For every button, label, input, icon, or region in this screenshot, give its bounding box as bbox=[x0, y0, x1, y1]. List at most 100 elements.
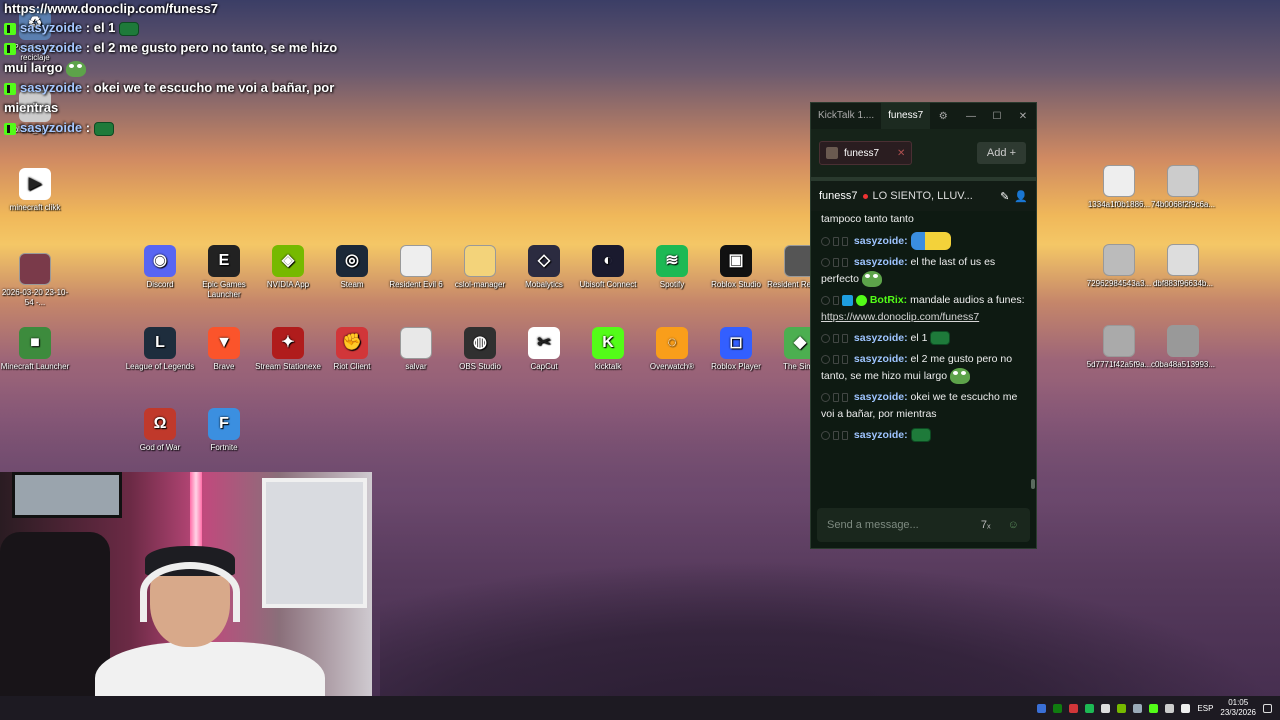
user-icon[interactable]: 👤 bbox=[1014, 190, 1028, 203]
riot-icon[interactable] bbox=[1069, 703, 1079, 713]
desktop-icon-label: CapCut bbox=[530, 362, 558, 371]
emote-picker-icon[interactable]: ☺ bbox=[1003, 514, 1025, 536]
message-input[interactable] bbox=[827, 519, 969, 531]
channel-tab[interactable]: funess7 ✕ bbox=[819, 141, 913, 165]
chat-username[interactable]: sasyzoide: bbox=[854, 353, 908, 365]
clock[interactable]: 01:05 23/3/2026 bbox=[1220, 698, 1256, 718]
mod-action-icon[interactable] bbox=[821, 333, 830, 343]
timeout-icon[interactable] bbox=[842, 354, 848, 364]
tab-funess7[interactable]: funess7 bbox=[881, 103, 931, 129]
maximize-button[interactable]: ☐ bbox=[984, 111, 1010, 122]
mod-action-icon[interactable] bbox=[821, 354, 830, 364]
delete-icon[interactable] bbox=[833, 333, 839, 343]
tab-kicktalk[interactable]: KickTalk 1.... bbox=[811, 103, 881, 129]
kicktalk-titlebar[interactable]: KickTalk 1.... funess7 ⚙ — ☐ ✕ bbox=[811, 103, 1036, 129]
desktop-icon[interactable]: ◐ Ubisoft Connect bbox=[573, 245, 643, 290]
xbox-icon[interactable] bbox=[1053, 703, 1063, 713]
verified-badge-icon bbox=[855, 294, 867, 306]
chat-scrollbar[interactable] bbox=[1031, 479, 1035, 489]
chat-username[interactable]: sasyzoide: bbox=[854, 256, 908, 268]
app-icon: ◈ bbox=[272, 245, 304, 277]
desktop-icon[interactable]: ▣ Roblox Studio bbox=[701, 245, 771, 290]
desktop-icon[interactable]: Resident Evil 6 bbox=[381, 245, 451, 290]
desktop-icon[interactable]: F Fortnite bbox=[189, 408, 259, 453]
chat-username[interactable]: sasyzoide: bbox=[854, 235, 908, 247]
desktop-icon[interactable]: ▼ Brave bbox=[189, 327, 259, 372]
desktop-icon[interactable]: ◍ OBS Studio bbox=[445, 327, 515, 372]
delete-icon[interactable] bbox=[833, 257, 839, 267]
delete-icon[interactable] bbox=[833, 430, 839, 440]
desktop-icon[interactable]: ◌ Overwatch® bbox=[637, 327, 707, 372]
delete-icon[interactable] bbox=[833, 295, 839, 305]
desktop-icon[interactable]: ◇ Mobalytics bbox=[509, 245, 579, 290]
timeout-icon[interactable] bbox=[842, 236, 848, 246]
mod-action-icon[interactable] bbox=[821, 430, 830, 440]
desktop-icon[interactable]: ◎ Steam bbox=[317, 245, 387, 290]
settings-gear-icon[interactable]: ⚙ bbox=[930, 111, 956, 122]
kick-icon[interactable] bbox=[1149, 703, 1159, 713]
desktop-icon[interactable]: ✊ Riot Client bbox=[317, 327, 387, 372]
delete-icon[interactable] bbox=[833, 236, 839, 246]
desktop-icon[interactable]: ✦ Stream Stationexe bbox=[253, 327, 323, 372]
network-icon[interactable] bbox=[1165, 703, 1175, 713]
microphone-icon[interactable] bbox=[1101, 703, 1111, 713]
nvidia-icon[interactable] bbox=[1117, 703, 1127, 713]
close-button[interactable]: ✕ bbox=[1010, 111, 1036, 122]
timeout-icon[interactable] bbox=[842, 257, 848, 267]
minimize-button[interactable]: — bbox=[958, 111, 984, 122]
volume-icon[interactable] bbox=[1181, 703, 1191, 713]
desktop-icon[interactable]: c0ba48a513993... bbox=[1148, 325, 1218, 370]
steam-icon[interactable] bbox=[1133, 703, 1143, 713]
language-indicator[interactable]: ESP bbox=[1197, 704, 1213, 713]
desktop-icon[interactable]: ✂ CapCut bbox=[509, 327, 579, 372]
chat-username[interactable]: sasyzoide: bbox=[854, 332, 908, 344]
timeout-icon[interactable] bbox=[842, 392, 848, 402]
desktop-icon[interactable]: 5d7771f42a5f9a... bbox=[1084, 325, 1154, 370]
chat-messages[interactable]: tampoco tanto tanto sasyzoide: sasyzoide… bbox=[811, 211, 1036, 511]
desktop-icon-label: Steam bbox=[340, 280, 364, 289]
desktop-icon[interactable]: ◉ Discord bbox=[125, 245, 195, 290]
close-channel-icon[interactable]: ✕ bbox=[897, 148, 905, 159]
add-channel-button[interactable]: Add + bbox=[976, 142, 1026, 164]
desktop-icon[interactable]: 2026-03-20 23-10-54 -... bbox=[0, 253, 70, 308]
delete-icon[interactable] bbox=[833, 354, 839, 364]
desktop-icon[interactable]: cslol-manager bbox=[445, 245, 515, 290]
mod-action-icon[interactable] bbox=[821, 236, 830, 246]
spotify-icon[interactable] bbox=[1085, 703, 1095, 713]
desktop-icon[interactable]: dbf883f96634b... bbox=[1148, 244, 1218, 289]
timeout-icon[interactable] bbox=[842, 430, 848, 440]
desktop-icon[interactable]: Ω God of War bbox=[125, 408, 195, 453]
desktop-icon[interactable]: 1334a1f0b1886... bbox=[1084, 165, 1154, 210]
desktop-icon[interactable]: ◻ Roblox Player bbox=[701, 327, 771, 372]
desktop-icon[interactable]: ◈ NVIDIA App bbox=[253, 245, 323, 290]
app-icon: ◎ bbox=[336, 245, 368, 277]
mod-action-icon[interactable] bbox=[821, 257, 830, 267]
pin-icon[interactable]: ✎ bbox=[1000, 190, 1009, 203]
desktop-icon-label: dbf883f96634b... bbox=[1152, 279, 1214, 288]
chat-username[interactable]: BotRix: bbox=[870, 294, 907, 306]
message-input-box: 7ₓ ☺ bbox=[817, 508, 1030, 542]
desktop-icon[interactable]: salvar bbox=[381, 327, 451, 372]
desktop-icon[interactable]: ▶ minecraft clikk bbox=[0, 168, 70, 213]
chat-link[interactable]: https://www.donoclip.com/funess7 bbox=[821, 311, 979, 323]
desktop-icon[interactable]: L League of Legends bbox=[125, 327, 195, 372]
translate-icon[interactable]: 7ₓ bbox=[975, 514, 997, 536]
pinned-title[interactable]: LO SIENTO, LLUV... bbox=[873, 190, 996, 202]
desktop-icon[interactable]: ≋ Spotify bbox=[637, 245, 707, 290]
desktop-icon[interactable]: ■ Minecraft Launcher bbox=[0, 327, 70, 372]
desktop-icon[interactable]: E Epic Games Launcher bbox=[189, 245, 259, 300]
chat-username[interactable]: sasyzoide: bbox=[854, 391, 908, 403]
notifications-icon[interactable] bbox=[1263, 703, 1272, 713]
timeout-icon[interactable] bbox=[842, 333, 848, 343]
mod-action-icon[interactable] bbox=[821, 295, 830, 305]
bluetooth-icon[interactable] bbox=[1037, 703, 1047, 713]
desktop-icon[interactable]: 72962984543a3... bbox=[1084, 244, 1154, 289]
desktop-icon[interactable]: 74b0068f2f9c6a... bbox=[1148, 165, 1218, 210]
chat-username[interactable]: sasyzoide: bbox=[854, 429, 908, 441]
mod-action-icon[interactable] bbox=[821, 392, 830, 402]
desktop-icon[interactable]: Kkicktalk bbox=[573, 327, 643, 372]
app-icon: ◌ bbox=[656, 327, 688, 359]
delete-icon[interactable] bbox=[833, 392, 839, 402]
streamer-name[interactable]: funess7 bbox=[819, 190, 858, 202]
app-icon: ◉ bbox=[144, 245, 176, 277]
